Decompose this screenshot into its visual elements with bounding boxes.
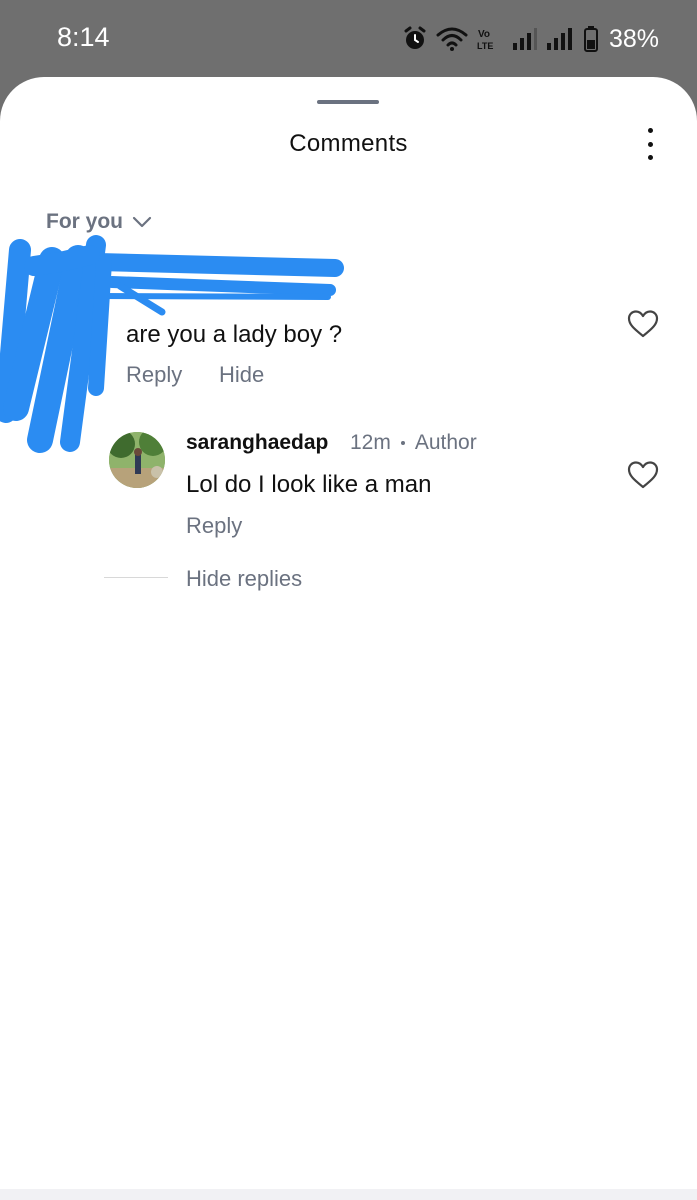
volte-badge-icon: Vo LTE (477, 29, 493, 51)
chevron-down-icon (132, 216, 152, 228)
svg-text:Vo: Vo (478, 29, 490, 40)
sheet-title: Comments (289, 130, 408, 157)
battery-percent: 38% (608, 24, 659, 53)
avatar-photo (109, 432, 165, 488)
comment-reply-button[interactable]: Reply (126, 362, 182, 388)
bottom-bar (0, 1189, 697, 1200)
more-options-button[interactable] (638, 125, 662, 163)
comment-hide-button[interactable]: Hide (219, 362, 264, 388)
avatar[interactable] (109, 432, 165, 488)
author-badge: Author (414, 431, 477, 454)
status-bar: 8:14 Vo LTE 38% (0, 0, 697, 80)
heart-outline-icon[interactable] (627, 309, 659, 339)
signal-sim2-icon (546, 28, 572, 50)
more-vertical-icon (647, 128, 653, 133)
more-vertical-icon-dot (647, 141, 653, 147)
reply-reply-button[interactable]: Reply (186, 513, 242, 539)
thread-divider (104, 577, 168, 578)
sort-label: For you (46, 210, 123, 233)
battery-icon (583, 26, 598, 52)
comments-sheet: Comments For you are you a lady boy ? Re… (0, 77, 697, 1200)
comment-text: are you a lady boy ? (126, 321, 343, 348)
sort-dropdown[interactable]: For you (46, 210, 152, 234)
reply-timestamp: 12m (350, 431, 391, 454)
more-vertical-icon-dot (647, 155, 653, 160)
meta-separator-dot (400, 441, 405, 445)
wifi-icon (436, 27, 468, 51)
svg-text:LTE: LTE (477, 41, 493, 51)
reply-text: Lol do I look like a man (186, 471, 432, 498)
drag-handle[interactable] (317, 100, 379, 104)
status-time: 8:14 (57, 22, 110, 52)
reply-username[interactable]: saranghaedap (186, 431, 328, 455)
hide-replies-button[interactable]: Hide replies (186, 566, 302, 592)
reply-meta: 12m Author (350, 431, 477, 455)
alarm-icon (404, 26, 426, 49)
status-icons: Vo LTE 38% (402, 22, 659, 56)
heart-outline-icon[interactable] (627, 460, 659, 490)
signal-sim1-icon (512, 28, 537, 50)
